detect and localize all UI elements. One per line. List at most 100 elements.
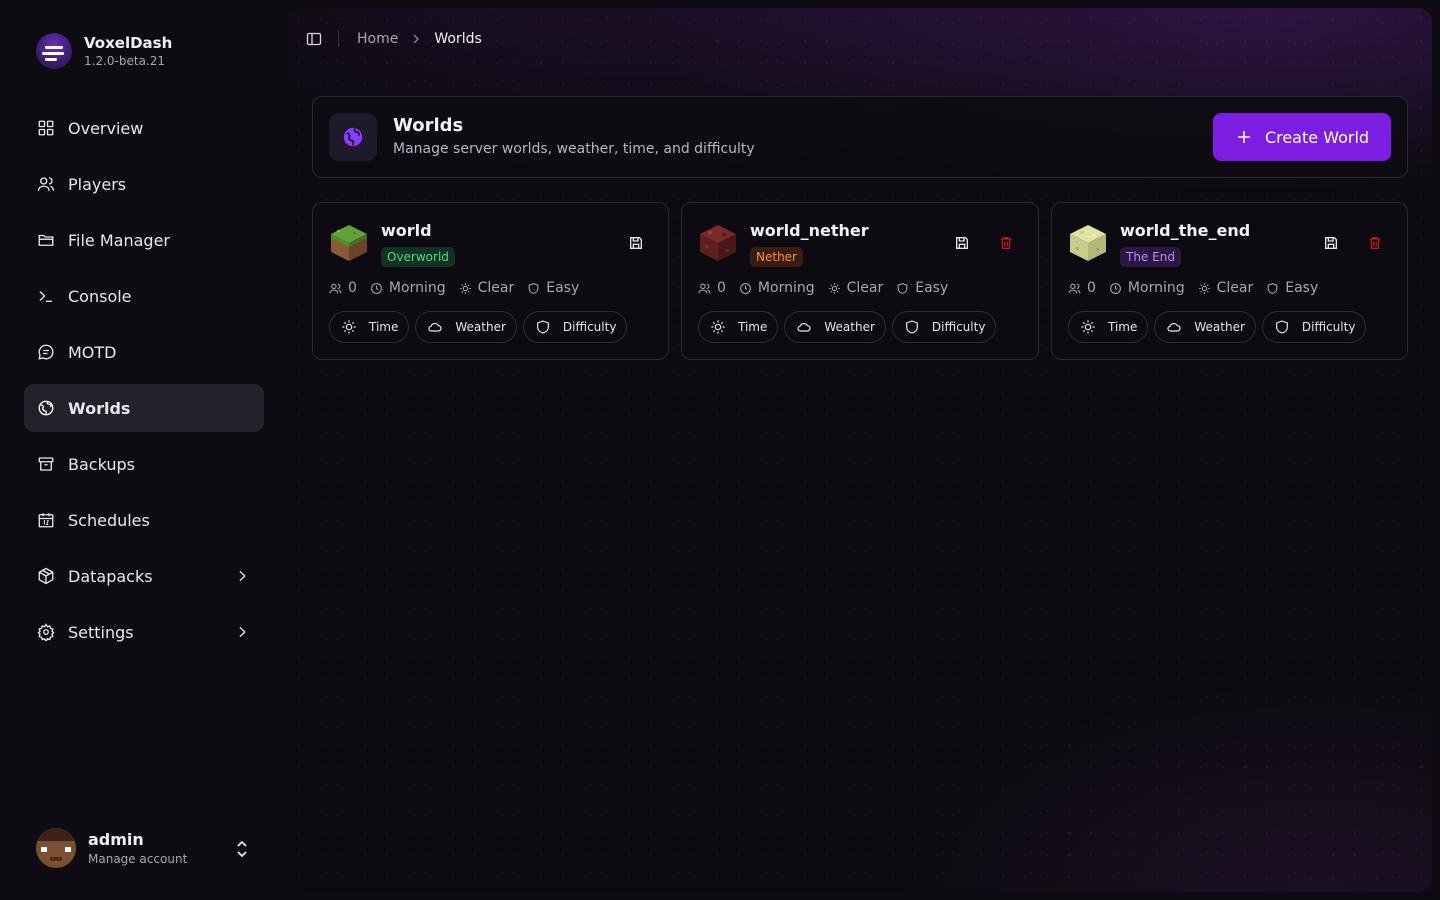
chevrons-up-down-icon[interactable] xyxy=(234,838,250,860)
world-actions: Time Weather Difficulty xyxy=(1068,311,1372,343)
netherrack-block-icon xyxy=(700,225,736,261)
breadcrumb-home[interactable]: Home xyxy=(357,31,398,47)
users-icon xyxy=(329,283,342,293)
breadcrumb-current: Worlds xyxy=(434,31,482,47)
sidebar-item-file-manager[interactable]: File Manager xyxy=(24,216,264,264)
world-stats: 0 Morning Clear Easy xyxy=(698,280,961,296)
world-time: Morning xyxy=(370,280,446,296)
weather-button[interactable]: Weather xyxy=(1154,311,1256,343)
topbar: Home Worlds xyxy=(306,30,482,48)
end-stone-block-icon xyxy=(1070,225,1106,261)
sidebar-nav: Overview Players File Manager Console MO… xyxy=(24,104,264,664)
world-weather: Clear xyxy=(459,280,514,296)
sidebar-item-players[interactable]: Players xyxy=(24,160,264,208)
page-subtitle: Manage server worlds, weather, time, and… xyxy=(393,141,755,157)
cloud-icon xyxy=(797,322,811,332)
cloud-icon xyxy=(428,322,442,332)
sidebar-item-label: MOTD xyxy=(68,342,117,362)
sidebar-toggle-icon[interactable] xyxy=(306,31,322,47)
plus-icon xyxy=(1237,131,1250,143)
cloud-icon xyxy=(1167,322,1181,332)
sidebar-item-label: Overview xyxy=(68,118,144,138)
sidebar-item-label: Console xyxy=(68,286,132,306)
sidebar-item-backups[interactable]: Backups xyxy=(24,440,264,488)
gear-icon xyxy=(37,623,55,641)
save-icon[interactable] xyxy=(628,235,644,251)
dimension-badge: Nether xyxy=(750,247,803,267)
clock-icon xyxy=(740,282,751,294)
user-name: admin xyxy=(88,830,144,849)
world-name: world_nether xyxy=(750,221,869,240)
message-icon xyxy=(37,343,55,361)
chevron-right-icon[interactable] xyxy=(234,568,250,584)
dimension-badge: The End xyxy=(1120,247,1181,267)
difficulty-button[interactable]: Difficulty xyxy=(522,311,628,343)
player-count: 0 xyxy=(329,280,357,296)
world-card: world Overworld 0 Morning Clear Easy Tim… xyxy=(312,202,669,360)
world-weather: Clear xyxy=(1198,280,1253,296)
sidebar-item-schedules[interactable]: Schedules xyxy=(24,496,264,544)
users-icon xyxy=(1068,283,1081,293)
sidebar-item-overview[interactable]: Overview xyxy=(24,104,264,152)
chevron-right-icon xyxy=(413,34,420,44)
player-count: 0 xyxy=(1068,280,1096,296)
shield-icon xyxy=(905,320,918,334)
sun-icon xyxy=(459,282,471,294)
sidebar-item-label: File Manager xyxy=(68,230,170,250)
world-actions: Time Weather Difficulty xyxy=(698,311,1002,343)
shield-icon xyxy=(528,282,539,294)
chevron-right-icon[interactable] xyxy=(234,624,250,640)
sidebar-item-label: Backups xyxy=(68,454,135,474)
world-name: world xyxy=(381,221,432,240)
world-time: Morning xyxy=(739,280,815,296)
sun-icon xyxy=(828,282,840,294)
sidebar-item-datapacks[interactable]: Datapacks xyxy=(24,552,264,600)
save-icon[interactable] xyxy=(954,235,970,251)
shield-icon xyxy=(1267,282,1278,294)
sun-icon xyxy=(1198,282,1210,294)
difficulty-button[interactable]: Difficulty xyxy=(891,311,997,343)
trash-icon[interactable] xyxy=(998,235,1014,251)
weather-button[interactable]: Weather xyxy=(784,311,886,343)
package-icon xyxy=(37,567,55,585)
world-name: world_the_end xyxy=(1120,221,1251,240)
sidebar-item-label: Schedules xyxy=(68,510,150,530)
time-button[interactable]: Time xyxy=(1068,311,1149,343)
avatar xyxy=(36,828,76,868)
sidebar-item-label: Datapacks xyxy=(68,566,153,586)
page-title: Worlds xyxy=(393,115,464,136)
world-time: Morning xyxy=(1109,280,1185,296)
divider xyxy=(338,31,339,47)
sun-icon xyxy=(342,320,356,334)
trash-icon[interactable] xyxy=(1367,235,1383,251)
world-weather: Clear xyxy=(828,280,883,296)
time-button[interactable]: Time xyxy=(329,311,410,343)
clock-icon xyxy=(371,282,382,294)
save-icon[interactable] xyxy=(1323,235,1339,251)
user-menu[interactable]: admin Manage account xyxy=(36,828,256,868)
grid-icon xyxy=(37,119,55,137)
brand[interactable]: VoxelDash 1.2.0-beta.21 xyxy=(36,33,172,69)
sun-icon xyxy=(711,320,725,334)
world-difficulty: Easy xyxy=(527,280,579,296)
terminal-icon xyxy=(37,287,55,305)
world-actions: Time Weather Difficulty xyxy=(329,311,633,343)
sidebar-item-worlds[interactable]: Worlds xyxy=(24,384,264,432)
grass-block-icon xyxy=(331,225,367,261)
difficulty-button[interactable]: Difficulty xyxy=(1261,311,1367,343)
weather-button[interactable]: Weather xyxy=(415,311,517,343)
shield-icon xyxy=(1275,320,1288,334)
globe-icon xyxy=(37,399,55,417)
main-content: Home Worlds Worlds Manage server worlds,… xyxy=(288,8,1432,892)
sidebar-item-motd[interactable]: MOTD xyxy=(24,328,264,376)
create-world-label: Create World xyxy=(1264,127,1370,147)
shield-icon xyxy=(897,282,908,294)
sun-icon xyxy=(1081,320,1095,334)
time-button[interactable]: Time xyxy=(698,311,779,343)
world-difficulty: Easy xyxy=(1266,280,1318,296)
sidebar-item-console[interactable]: Console xyxy=(24,272,264,320)
create-world-button[interactable]: Create World xyxy=(1213,113,1391,161)
sidebar-item-settings[interactable]: Settings xyxy=(24,608,264,656)
dimension-badge: Overworld xyxy=(381,247,455,267)
world-difficulty: Easy xyxy=(896,280,948,296)
